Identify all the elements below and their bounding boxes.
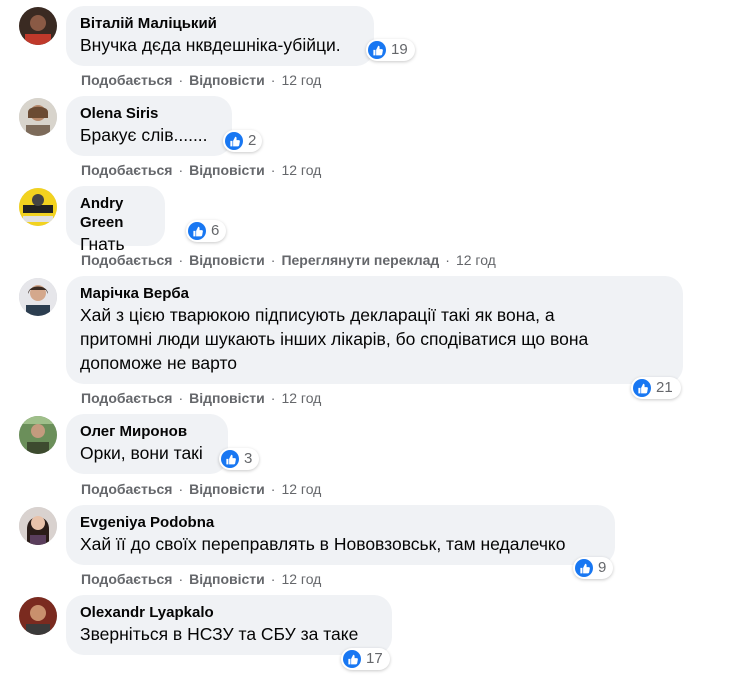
reaction-count: 19 bbox=[391, 41, 408, 58]
like-button[interactable]: Подобається bbox=[81, 571, 172, 587]
reaction-count: 21 bbox=[656, 379, 673, 396]
separator: · bbox=[270, 252, 276, 268]
like-icon bbox=[343, 650, 361, 668]
separator: · bbox=[270, 390, 276, 406]
separator: · bbox=[445, 252, 450, 268]
separator: · bbox=[178, 252, 184, 268]
avatar[interactable] bbox=[19, 507, 57, 545]
comment-actions: Подобається · Відповісти · 12 год bbox=[81, 390, 321, 406]
avatar[interactable] bbox=[19, 98, 57, 136]
reaction-count-badge[interactable]: 9 bbox=[573, 557, 613, 579]
like-icon bbox=[225, 132, 243, 150]
like-icon bbox=[633, 379, 651, 397]
comment-text: Хай її до своїх переправлять в Нововзовс… bbox=[80, 534, 566, 554]
timestamp[interactable]: 12 год bbox=[281, 481, 321, 497]
avatar[interactable] bbox=[19, 7, 57, 45]
reaction-count: 2 bbox=[248, 132, 257, 149]
like-icon bbox=[368, 41, 386, 59]
separator: · bbox=[178, 72, 184, 88]
separator: · bbox=[178, 390, 184, 406]
comment-bubble: Олег Миронов Орки, вони такі bbox=[66, 414, 228, 474]
comment-bubble: Марічка Верба Хай з цією тварюкою підпис… bbox=[66, 276, 683, 384]
like-button[interactable]: Подобається bbox=[81, 72, 172, 88]
separator: · bbox=[178, 162, 184, 178]
comment-bubble: Andry Green Гнать bbox=[66, 186, 165, 254]
avatar[interactable] bbox=[19, 278, 57, 316]
timestamp[interactable]: 12 год bbox=[456, 252, 496, 268]
avatar[interactable] bbox=[19, 597, 57, 635]
avatar[interactable] bbox=[19, 416, 57, 454]
comment-author[interactable]: Olena Siris bbox=[80, 104, 218, 123]
separator: · bbox=[270, 481, 276, 497]
comment-actions: Подобається · Відповісти · 12 год bbox=[81, 481, 321, 497]
separator: · bbox=[178, 481, 184, 497]
comment-author[interactable]: Olexandr Lyapkalo bbox=[80, 603, 378, 622]
comment-bubble: Olena Siris Бракує слів....... bbox=[66, 96, 232, 156]
comment-author[interactable]: Марічка Верба bbox=[80, 284, 669, 303]
comment-actions: Подобається · Відповісти · 12 год bbox=[81, 72, 321, 88]
like-button[interactable]: Подобається bbox=[81, 162, 172, 178]
comment-text: Орки, вони такі bbox=[80, 443, 203, 463]
comment-bubble: Віталій Маліцький Внучка дєда нквдешніка… bbox=[66, 6, 374, 66]
reaction-count: 3 bbox=[244, 450, 253, 467]
comment-author[interactable]: Evgeniya Podobna bbox=[80, 513, 601, 532]
comment-text: Зверніться в НСЗУ та СБУ за таке bbox=[80, 624, 359, 644]
comment-text-line: Хай з цією тварюкою підписують деклараці… bbox=[80, 305, 555, 325]
timestamp[interactable]: 12 год bbox=[281, 72, 321, 88]
like-button[interactable]: Подобається bbox=[81, 390, 172, 406]
separator: · bbox=[270, 72, 276, 88]
see-translation-button[interactable]: Переглянути переклад bbox=[281, 252, 439, 268]
separator: · bbox=[270, 162, 276, 178]
separator: · bbox=[178, 571, 184, 587]
reaction-count-badge[interactable]: 21 bbox=[631, 377, 681, 399]
comment-actions: Подобається · Відповісти · Переглянути п… bbox=[81, 252, 496, 268]
comment-actions: Подобається · Відповісти · 12 год bbox=[81, 571, 321, 587]
timestamp[interactable]: 12 год bbox=[281, 571, 321, 587]
comment-author[interactable]: Andry Green bbox=[80, 194, 151, 232]
comment-author[interactable]: Олег Миронов bbox=[80, 422, 214, 441]
reaction-count: 9 bbox=[598, 559, 607, 576]
comment-text: Бракує слів....... bbox=[80, 125, 208, 145]
like-icon bbox=[221, 450, 239, 468]
comment-author[interactable]: Віталій Маліцький bbox=[80, 14, 360, 33]
reply-button[interactable]: Відповісти bbox=[189, 481, 265, 497]
separator: · bbox=[270, 571, 276, 587]
like-button[interactable]: Подобається bbox=[81, 481, 172, 497]
timestamp[interactable]: 12 год bbox=[281, 162, 321, 178]
reply-button[interactable]: Відповісти bbox=[189, 252, 265, 268]
comment-actions: Подобається · Відповісти · 12 год bbox=[81, 162, 321, 178]
reply-button[interactable]: Відповісти bbox=[189, 72, 265, 88]
like-button[interactable]: Подобається bbox=[81, 252, 172, 268]
comment-text-line: допоможе не варто bbox=[80, 353, 238, 373]
comment-text-line: притомні люди шукають інших лікарів, бо … bbox=[80, 329, 589, 349]
reaction-count-badge[interactable]: 17 bbox=[341, 648, 390, 670]
comment-text: Внучка дєда нквдешніка-убійци. bbox=[80, 35, 341, 55]
reaction-count-badge[interactable]: 3 bbox=[219, 448, 259, 470]
reaction-count: 17 bbox=[366, 650, 383, 667]
reaction-count-badge[interactable]: 19 bbox=[366, 39, 415, 61]
reaction-count: 6 bbox=[211, 222, 220, 239]
reply-button[interactable]: Відповісти bbox=[189, 390, 265, 406]
comment-bubble: Olexandr Lyapkalo Зверніться в НСЗУ та С… bbox=[66, 595, 392, 655]
like-icon bbox=[188, 222, 206, 240]
like-icon bbox=[575, 559, 593, 577]
avatar[interactable] bbox=[19, 188, 57, 226]
comment-bubble: Evgeniya Podobna Хай її до своїх перепра… bbox=[66, 505, 615, 565]
timestamp[interactable]: 12 год bbox=[281, 390, 321, 406]
reply-button[interactable]: Відповісти bbox=[189, 571, 265, 587]
reaction-count-badge[interactable]: 2 bbox=[223, 130, 262, 152]
reaction-count-badge[interactable]: 6 bbox=[186, 220, 226, 242]
reply-button[interactable]: Відповісти bbox=[189, 162, 265, 178]
